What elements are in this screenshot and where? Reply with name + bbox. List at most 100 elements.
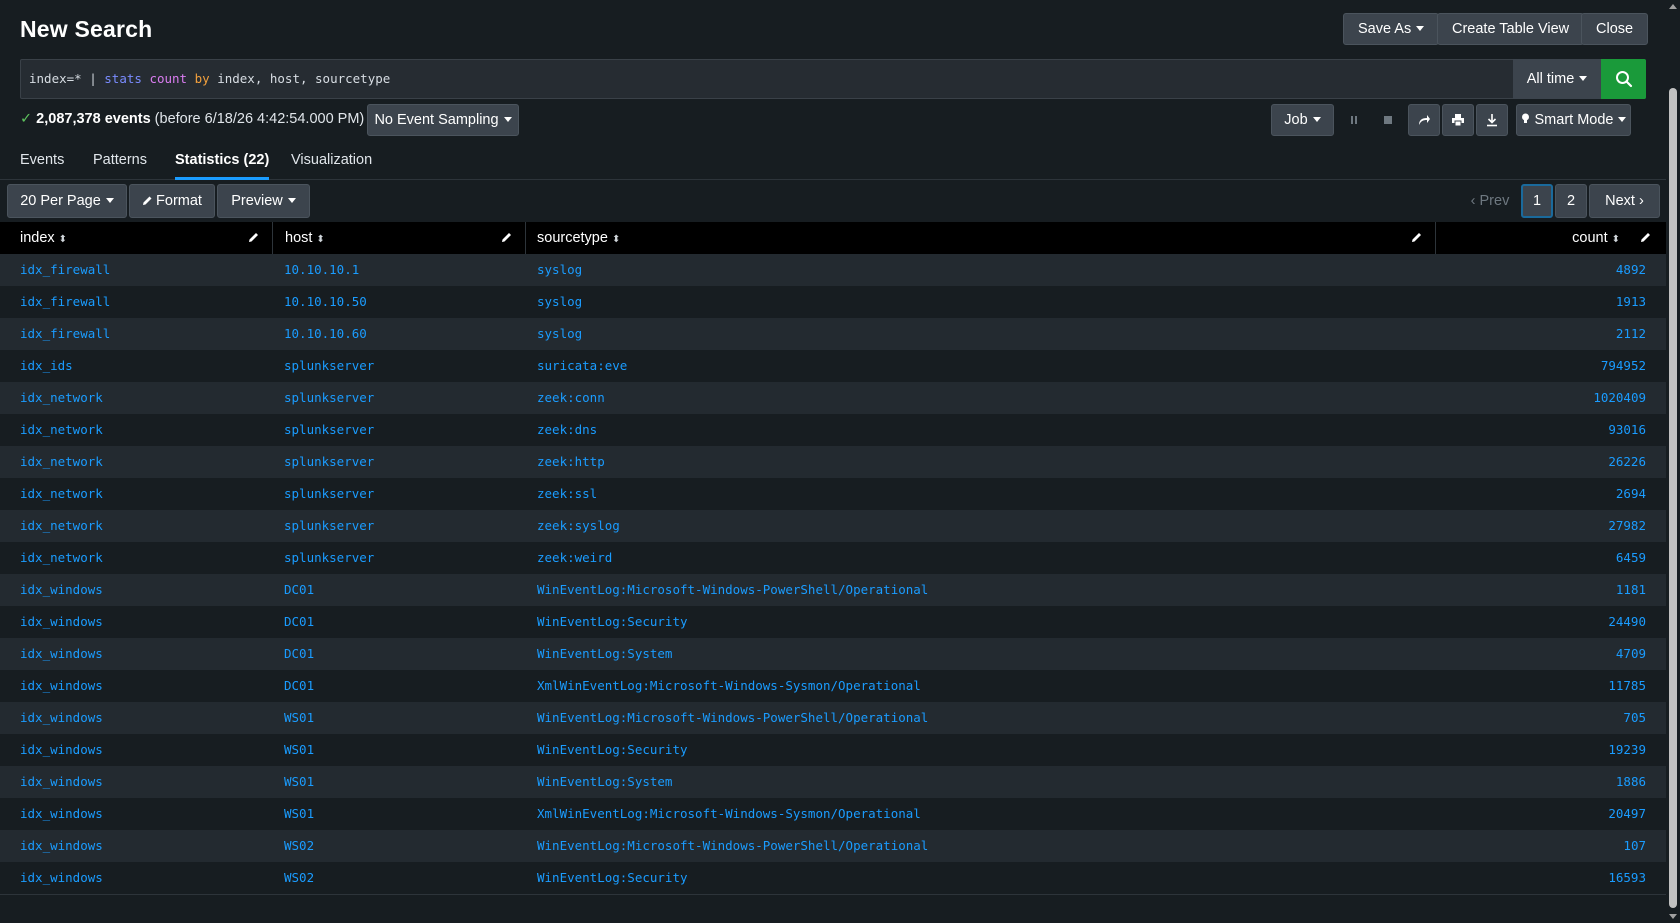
cell-host[interactable]: WS02 [284, 862, 514, 894]
cell-sourcetype[interactable]: XmlWinEventLog:Microsoft-Windows-Sysmon/… [537, 798, 1417, 830]
cell-host[interactable]: WS02 [284, 830, 514, 862]
cell-index[interactable]: idx_network [20, 510, 260, 542]
cell-index[interactable]: idx_windows [20, 702, 260, 734]
cell-index[interactable]: idx_windows [20, 638, 260, 670]
cell-host[interactable]: splunkserver [284, 414, 514, 446]
cell-sourcetype[interactable]: WinEventLog:Microsoft-Windows-PowerShell… [537, 702, 1417, 734]
column-header-index[interactable]: index ⬍ [0, 222, 273, 254]
cell-host[interactable]: DC01 [284, 606, 514, 638]
event-sampling-dropdown[interactable]: No Event Sampling [367, 104, 519, 136]
save-as-button[interactable]: Save As [1343, 13, 1440, 45]
cell-sourcetype[interactable]: zeek:syslog [537, 510, 1417, 542]
cell-host[interactable]: 10.10.10.50 [284, 286, 514, 318]
cell-sourcetype[interactable]: zeek:http [537, 446, 1417, 478]
tab-statistics[interactable]: Statistics (22) [175, 152, 270, 180]
cell-count[interactable]: 19239 [1446, 734, 1646, 766]
cell-host[interactable]: DC01 [284, 670, 514, 702]
column-header-sourcetype[interactable]: sourcetype ⬍ [526, 222, 1436, 254]
column-header-host[interactable]: host ⬍ [273, 222, 526, 254]
cell-count[interactable]: 2694 [1446, 478, 1646, 510]
cell-sourcetype[interactable]: syslog [537, 318, 1417, 350]
scroll-thumb[interactable] [1669, 88, 1677, 908]
cell-index[interactable]: idx_windows [20, 830, 260, 862]
scroll-up-arrow-icon[interactable] [1669, 4, 1677, 9]
pager-prev-button[interactable]: ‹ Prev [1462, 184, 1518, 218]
pencil-icon[interactable] [1640, 231, 1652, 243]
cell-index[interactable]: idx_network [20, 446, 260, 478]
job-menu-button[interactable]: Job [1271, 104, 1334, 136]
cell-host[interactable]: splunkserver [284, 350, 514, 382]
print-button[interactable] [1442, 104, 1474, 136]
tab-events[interactable]: Events [20, 152, 64, 180]
cell-index[interactable]: idx_network [20, 542, 260, 574]
cell-count[interactable]: 11785 [1446, 670, 1646, 702]
cell-count[interactable]: 93016 [1446, 414, 1646, 446]
cell-host[interactable]: DC01 [284, 574, 514, 606]
cell-count[interactable]: 4892 [1446, 254, 1646, 286]
cell-count[interactable]: 107 [1446, 830, 1646, 862]
cell-count[interactable]: 16593 [1446, 862, 1646, 894]
cell-count[interactable]: 20497 [1446, 798, 1646, 830]
cell-sourcetype[interactable]: WinEventLog:System [537, 766, 1417, 798]
tab-patterns[interactable]: Patterns [93, 152, 147, 180]
preview-dropdown[interactable]: Preview [217, 184, 310, 218]
cell-count[interactable]: 4709 [1446, 638, 1646, 670]
cell-host[interactable]: splunkserver [284, 446, 514, 478]
scroll-down-arrow-icon[interactable] [1669, 914, 1677, 919]
cell-index[interactable]: idx_network [20, 478, 260, 510]
cell-sourcetype[interactable]: WinEventLog:Security [537, 734, 1417, 766]
cell-index[interactable]: idx_network [20, 382, 260, 414]
column-header-count[interactable]: count ⬍ [1436, 222, 1666, 254]
cell-host[interactable]: DC01 [284, 638, 514, 670]
cell-sourcetype[interactable]: WinEventLog:Security [537, 606, 1417, 638]
create-table-view-button[interactable]: Create Table View [1437, 13, 1585, 45]
cell-host[interactable]: splunkserver [284, 510, 514, 542]
cell-count[interactable]: 1020409 [1446, 382, 1646, 414]
cell-count[interactable]: 1886 [1446, 766, 1646, 798]
pause-button[interactable] [1338, 104, 1370, 136]
cell-index[interactable]: idx_windows [20, 606, 260, 638]
cell-index[interactable]: idx_ids [20, 350, 260, 382]
cell-sourcetype[interactable]: zeek:dns [537, 414, 1417, 446]
cell-sourcetype[interactable]: zeek:weird [537, 542, 1417, 574]
cell-count[interactable]: 794952 [1446, 350, 1646, 382]
cell-sourcetype[interactable]: zeek:ssl [537, 478, 1417, 510]
cell-count[interactable]: 1913 [1446, 286, 1646, 318]
stop-button[interactable] [1372, 104, 1404, 136]
cell-host[interactable]: WS01 [284, 798, 514, 830]
cell-index[interactable]: idx_windows [20, 862, 260, 894]
search-query-text[interactable]: index=* | stats count by index, host, so… [29, 71, 390, 86]
cell-host[interactable]: WS01 [284, 766, 514, 798]
pager-next-button[interactable]: Next › [1589, 184, 1660, 218]
cell-index[interactable]: idx_windows [20, 798, 260, 830]
cell-count[interactable]: 26226 [1446, 446, 1646, 478]
tab-visualization[interactable]: Visualization [291, 152, 372, 180]
cell-sourcetype[interactable]: zeek:conn [537, 382, 1417, 414]
pencil-icon[interactable] [248, 231, 260, 243]
export-button[interactable] [1476, 104, 1508, 136]
cell-count[interactable]: 705 [1446, 702, 1646, 734]
cell-host[interactable]: splunkserver [284, 542, 514, 574]
page-scrollbar[interactable] [1666, 0, 1680, 923]
share-button[interactable] [1408, 104, 1440, 136]
cell-count[interactable]: 27982 [1446, 510, 1646, 542]
cell-sourcetype[interactable]: WinEventLog:Microsoft-Windows-PowerShell… [537, 830, 1417, 862]
cell-host[interactable]: WS01 [284, 734, 514, 766]
cell-count[interactable]: 2112 [1446, 318, 1646, 350]
cell-count[interactable]: 1181 [1446, 574, 1646, 606]
close-button[interactable]: Close [1581, 13, 1649, 45]
cell-index[interactable]: idx_windows [20, 670, 260, 702]
cell-sourcetype[interactable]: XmlWinEventLog:Microsoft-Windows-Sysmon/… [537, 670, 1417, 702]
cell-sourcetype[interactable]: syslog [537, 286, 1417, 318]
cell-index[interactable]: idx_windows [20, 766, 260, 798]
cell-index[interactable]: idx_windows [20, 734, 260, 766]
cell-count[interactable]: 6459 [1446, 542, 1646, 574]
pencil-icon[interactable] [1411, 231, 1423, 243]
pager-page-1[interactable]: 1 [1521, 184, 1553, 218]
per-page-dropdown[interactable]: 20 Per Page [7, 184, 127, 218]
cell-index[interactable]: idx_windows [20, 574, 260, 606]
pager-page-2[interactable]: 2 [1555, 184, 1587, 218]
cell-index[interactable]: idx_firewall [20, 254, 260, 286]
cell-index[interactable]: idx_firewall [20, 286, 260, 318]
pencil-icon[interactable] [501, 231, 513, 243]
